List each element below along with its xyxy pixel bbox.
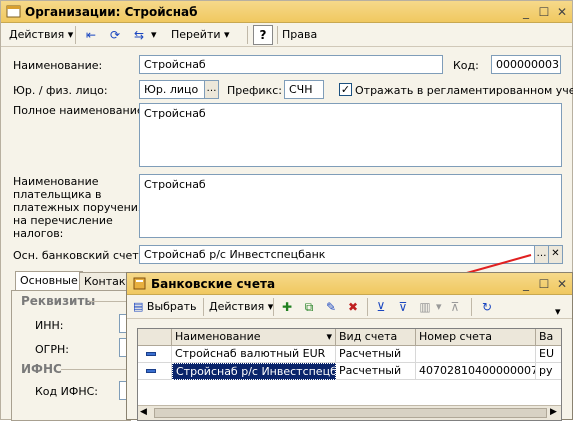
table-cell-selected[interactable]: Стройснаб р/с Инвестспецба... <box>172 363 336 380</box>
column-name[interactable]: Наименование ▾ <box>172 329 336 346</box>
prefix-label: Префикс: <box>227 84 282 97</box>
scroll-left-icon[interactable]: ◀ <box>140 407 147 417</box>
column-number[interactable]: Номер счета <box>416 329 536 346</box>
sub-toolbar-menu-icon[interactable]: ▾ <box>555 305 561 318</box>
table-cell[interactable]: EU <box>536 346 561 363</box>
horizontal-scrollbar[interactable]: ◀ ▶ <box>138 405 561 420</box>
refresh-doc-icon[interactable]: ⟳ <box>105 25 125 45</box>
column-currency[interactable]: Ва <box>536 329 561 346</box>
fullname-label: Полное наименование: <box>13 104 148 117</box>
tab-main[interactable]: Основные <box>15 271 83 291</box>
reflect-label: Отражать в регламентированном учете <box>355 84 573 97</box>
structure-dropdown-icon[interactable]: ▾ <box>151 26 157 44</box>
table-row-marker[interactable] <box>138 363 172 380</box>
select-icon: ▤ <box>133 300 144 313</box>
book-icon <box>133 277 146 290</box>
code-input[interactable]: 000000003 <box>491 55 561 74</box>
entity-select[interactable]: Юр. лицо <box>139 80 205 99</box>
reflect-checkbox[interactable]: ✓ <box>339 83 352 96</box>
maximize-icon[interactable]: ☐ <box>537 5 551 19</box>
name-input[interactable]: Стройснаб <box>139 55 443 74</box>
fullname-textarea[interactable]: Стройснаб <box>139 103 562 167</box>
table-cell[interactable]: ру <box>536 363 561 380</box>
select-button[interactable]: ▤ Выбрать <box>133 298 197 316</box>
filter-current-icon[interactable]: ⊽ <box>393 297 413 317</box>
column-type[interactable]: Вид счета <box>336 329 416 346</box>
filter-history-icon[interactable]: ▥ <box>415 297 435 317</box>
goto-menu[interactable]: Перейти ▾ <box>171 26 230 44</box>
actions-menu[interactable]: Действия ▾ <box>9 26 73 44</box>
code-label: Код: <box>453 59 479 72</box>
tab-panel <box>11 290 131 421</box>
requisites-group-title: Реквизиты <box>21 294 96 308</box>
refresh-icon[interactable]: ↻ <box>477 297 497 317</box>
help-button[interactable]: ? <box>253 25 273 45</box>
delete-icon[interactable]: ✖ <box>343 297 363 317</box>
minimize-icon[interactable]: _ <box>519 5 533 19</box>
sub-close-icon[interactable]: ✕ <box>555 277 569 291</box>
title-bar: Организации: Стройснаб _ ☐ ✕ <box>1 1 572 23</box>
entity-choose-button[interactable]: … <box>204 80 219 99</box>
table-cell[interactable] <box>416 346 536 363</box>
payer-label: Наименование плательщика в платежных пор… <box>13 175 152 240</box>
entity-label: Юр. / физ. лицо: <box>13 84 108 97</box>
window-title: Организации: Стройснаб <box>25 5 198 19</box>
window-icon <box>6 5 21 18</box>
ifns-code-label: Код ИФНС: <box>35 385 98 398</box>
tab-contacts[interactable]: Контакт <box>79 272 129 290</box>
filter-icon[interactable]: ⊻ <box>371 297 391 317</box>
table-header-marker <box>138 329 172 346</box>
filter-off-icon[interactable]: ⊼ <box>445 297 465 317</box>
table-cell[interactable]: Стройснаб валютный EUR <box>172 346 336 363</box>
add-icon[interactable]: ✚ <box>277 297 297 317</box>
sub-title-bar: Банковские счета _ ☐ ✕ <box>127 273 572 295</box>
scroll-right-icon[interactable]: ▶ <box>550 407 557 417</box>
table-cell[interactable]: Расчетный <box>336 346 416 363</box>
bank-accounts-table: Наименование ▾ Вид счета Номер счета Ва С… <box>137 328 562 421</box>
filter-dropdown-icon[interactable]: ▾ <box>436 298 442 316</box>
add-copy-icon[interactable]: ⧉ <box>299 297 319 317</box>
arrow-left-icon[interactable]: ⇤ <box>81 25 101 45</box>
ifns-group-title: ИФНС <box>21 362 62 376</box>
structure-icon[interactable]: ⇆ <box>129 25 149 45</box>
bank-account-clear-button[interactable]: ✕ <box>548 245 563 264</box>
table-cell[interactable]: Расчетный <box>336 363 416 380</box>
sub-minimize-icon[interactable]: _ <box>519 277 533 291</box>
prefix-input[interactable]: СЧН <box>284 80 324 99</box>
table-row-marker[interactable] <box>138 346 172 363</box>
main-toolbar: Действия ▾ ⇤ ⟳ ⇆ ▾ Перейти ▾ ? Права <box>1 23 572 47</box>
sub-toolbar: ▤ Выбрать Действия ▾ ✚ ⧉ ✎ ✖ ⊻ ⊽ ▥ ▾ ⊼ ↻ <box>127 295 572 319</box>
name-label: Наименование: <box>13 59 103 72</box>
rights-button[interactable]: Права <box>282 26 317 44</box>
inn-label: ИНН: <box>35 319 64 332</box>
edit-icon[interactable]: ✎ <box>321 297 341 317</box>
sub-maximize-icon[interactable]: ☐ <box>537 277 551 291</box>
table-cell[interactable]: 40702810400000007... <box>416 363 536 380</box>
sub-actions-menu[interactable]: Действия ▾ <box>209 298 273 316</box>
bank-account-label: Осн. банковский счет: <box>13 249 143 262</box>
bank-accounts-window: Банковские счета _ ☐ ✕ ▤ Выбрать Действи… <box>126 272 573 421</box>
scroll-thumb[interactable] <box>154 408 547 418</box>
ogrn-label: ОГРН: <box>35 343 69 356</box>
sub-window-title: Банковские счета <box>151 277 276 291</box>
close-icon[interactable]: ✕ <box>555 5 569 19</box>
payer-textarea[interactable]: Стройснаб <box>139 174 562 238</box>
